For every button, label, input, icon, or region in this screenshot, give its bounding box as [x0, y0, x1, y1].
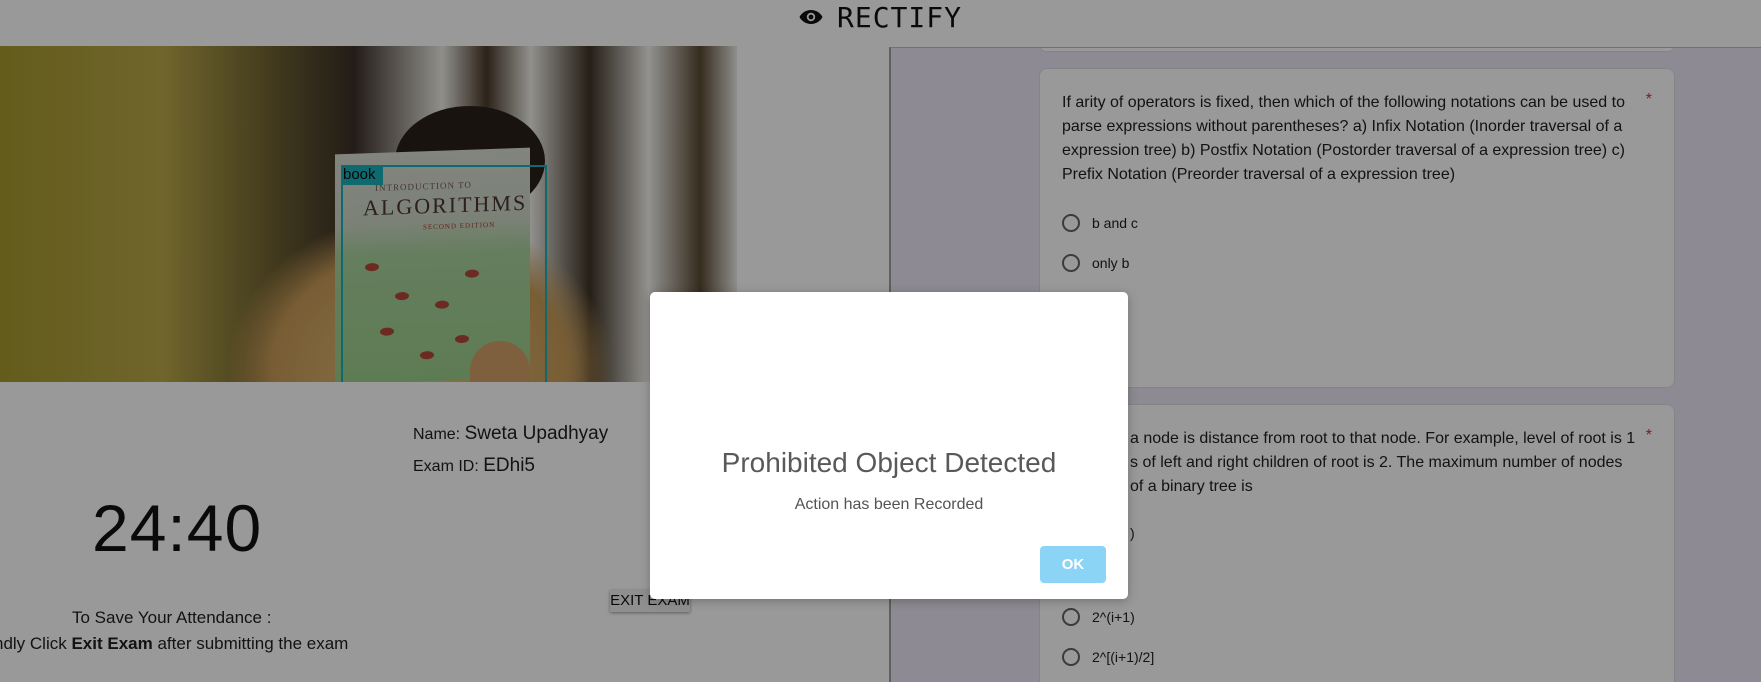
alert-dialog: Prohibited Object Detected Action has be…	[650, 292, 1128, 599]
alert-text: Action has been Recorded	[794, 496, 984, 513]
alert-title: Prohibited Object Detected	[721, 447, 1057, 478]
ok-button[interactable]: OK	[1040, 546, 1106, 583]
